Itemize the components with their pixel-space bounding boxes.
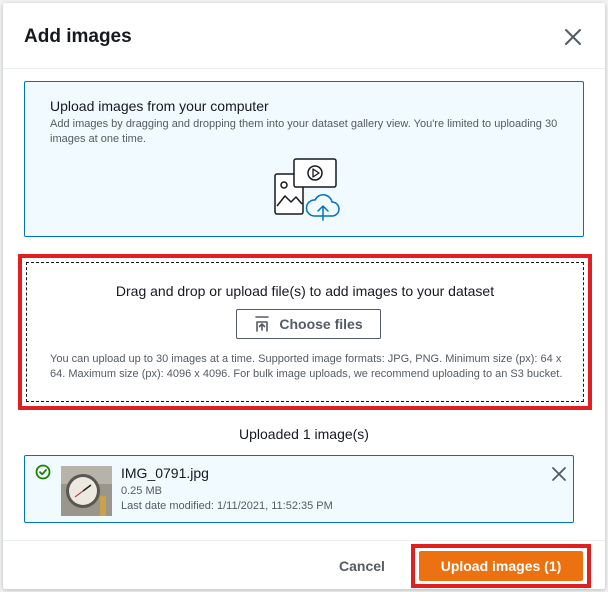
modal-footer: Cancel Upload images (1) <box>3 540 605 589</box>
uploaded-file-item: IMG_0791.jpg 0.25 MB Last date modified:… <box>24 455 574 523</box>
success-check-icon <box>35 464 51 480</box>
file-name: IMG_0791.jpg <box>121 465 209 481</box>
upload-images-button[interactable]: Upload images (1) <box>419 551 583 581</box>
dropzone-highlight: Drag and drop or upload file(s) to add i… <box>18 254 592 410</box>
info-description: Add images by dragging and dropping them… <box>50 118 558 145</box>
file-dropzone[interactable]: Drag and drop or upload file(s) to add i… <box>26 262 584 402</box>
modal-header: Add images <box>3 3 605 69</box>
close-icon <box>552 467 566 481</box>
file-size: 0.25 MB <box>121 485 162 497</box>
file-thumbnail <box>61 466 112 516</box>
dropzone-note: You can upload up to 30 images at a time… <box>50 353 563 380</box>
choose-files-button[interactable]: Choose files <box>236 309 381 339</box>
info-alert: Upload images from your computer Add ima… <box>24 81 584 237</box>
upload-button-highlight: Upload images (1) <box>411 544 591 588</box>
cancel-button[interactable]: Cancel <box>332 556 392 576</box>
add-images-modal: Add images Upload images from your compu… <box>3 3 605 589</box>
choose-files-label: Choose files <box>279 316 363 332</box>
dropzone-title: Drag and drop or upload file(s) to add i… <box>115 283 495 299</box>
close-button[interactable] <box>561 25 585 49</box>
upload-icon <box>255 316 270 332</box>
modal-title: Add images <box>24 26 132 47</box>
file-modified-date: Last date modified: 1/11/2021, 11:52:35 … <box>121 500 333 512</box>
info-title: Upload images from your computer <box>50 98 269 114</box>
remove-file-button[interactable] <box>551 466 567 482</box>
close-icon <box>565 29 581 45</box>
uploaded-count: Uploaded 1 image(s) <box>239 426 369 442</box>
image-upload-illustration <box>274 158 340 221</box>
